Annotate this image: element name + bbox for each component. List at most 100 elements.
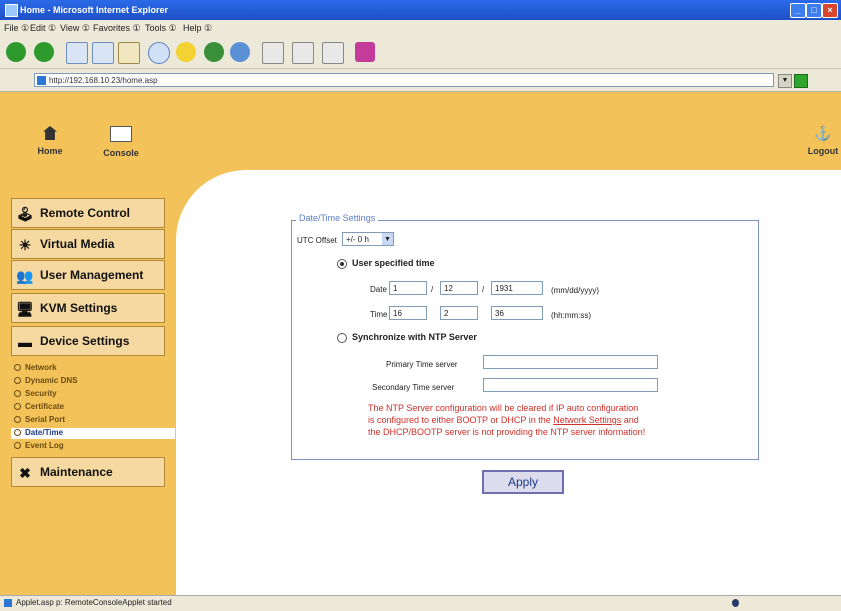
user-management-icon: 👥 xyxy=(16,268,34,284)
primary-server-label: Primary Time server xyxy=(386,360,458,369)
bullet-icon xyxy=(14,364,21,372)
user-time-label: User specified time xyxy=(352,258,435,268)
address-input[interactable]: http://192.168.10.23/home.asp xyxy=(34,73,774,87)
edit-icon[interactable] xyxy=(322,42,344,64)
utc-offset-select[interactable]: +/- 0 h ▼ xyxy=(342,232,394,246)
address-bar: http://192.168.10.23/home.asp ▼ xyxy=(0,69,841,92)
logout-anchor-icon: ⚓ xyxy=(814,125,832,141)
subnav-certificate[interactable]: Certificate xyxy=(11,402,175,413)
user-time-radio[interactable] xyxy=(337,259,347,269)
sidebar-item-maintenance[interactable]: ✖ Maintenance xyxy=(11,457,165,487)
home-icon xyxy=(43,126,57,140)
console-label: Console xyxy=(103,148,139,158)
chevron-down-icon: ▼ xyxy=(382,233,393,245)
media-icon[interactable] xyxy=(204,42,224,62)
home-label: Home xyxy=(37,146,63,156)
status-text: Applet.asp p: RemoteConsoleApplet starte… xyxy=(16,598,172,607)
subnav-network[interactable]: Network xyxy=(11,363,175,374)
sidebar-item-device-settings[interactable]: ▬ Device Settings xyxy=(11,326,165,356)
search-icon[interactable] xyxy=(148,42,170,64)
ntp-warning-line2: is configured to either BOOTP or DHCP in… xyxy=(368,415,639,425)
home-page-icon[interactable] xyxy=(118,42,140,64)
maximize-button[interactable]: □ xyxy=(806,3,822,18)
virtual-media-icon: ☀ xyxy=(18,237,32,253)
stop-icon[interactable] xyxy=(66,42,88,64)
ntp-warning-line1: The NTP Server configuration will be cle… xyxy=(368,403,639,413)
close-button[interactable]: × xyxy=(822,3,838,18)
time-label: Time xyxy=(370,310,388,319)
apply-button[interactable]: Apply xyxy=(482,470,564,494)
date-separator: / xyxy=(431,285,434,294)
date-year-input[interactable]: 1931 xyxy=(491,281,543,295)
print-icon[interactable] xyxy=(292,42,314,64)
ntp-label: Synchronize with NTP Server xyxy=(352,332,477,342)
bullet-icon xyxy=(14,390,21,398)
bullet-icon xyxy=(14,416,21,424)
menu-edit[interactable]: Edit ① xyxy=(30,23,56,34)
messenger-icon[interactable] xyxy=(355,42,375,62)
status-page-icon xyxy=(4,599,12,607)
favorites-star-icon[interactable] xyxy=(176,42,196,62)
bullet-icon xyxy=(14,377,21,385)
console-nav-button[interactable]: Console xyxy=(96,126,146,158)
time-second-input[interactable]: 36 xyxy=(491,306,543,320)
zone-icon xyxy=(732,599,739,607)
fieldset-legend: Date/Time Settings xyxy=(296,213,379,223)
go-icon[interactable] xyxy=(794,74,808,88)
page-icon xyxy=(37,76,46,85)
bullet-icon xyxy=(14,403,21,411)
date-label: Date xyxy=(370,285,387,294)
menu-help[interactable]: Help ① xyxy=(183,23,212,34)
subnav-serial-port[interactable]: Serial Port xyxy=(11,415,175,426)
sidebar-item-remote-control[interactable]: 🕹 Remote Control xyxy=(11,198,165,228)
app-header: Home Console ⚓ Logout xyxy=(0,92,841,170)
remote-control-icon: 🕹 xyxy=(16,206,34,222)
time-hour-input[interactable]: 16 xyxy=(389,306,427,320)
menu-view[interactable]: View ① xyxy=(60,23,90,34)
ntp-warning-line3: the DHCP/BOOTP server is not providing t… xyxy=(368,427,646,437)
date-format-hint: (mm/dd/yyyy) xyxy=(551,286,599,295)
sidebar-item-virtual-media[interactable]: ☀ Virtual Media xyxy=(11,229,165,259)
date-month-input[interactable]: 1 xyxy=(389,281,427,295)
menu-favorites[interactable]: Favorites ① xyxy=(93,23,141,34)
subnav-security[interactable]: Security xyxy=(11,389,175,400)
date-day-input[interactable]: 12 xyxy=(440,281,478,295)
subnav-date-time[interactable]: Date/Time xyxy=(11,428,175,439)
menu-tools[interactable]: Tools ① xyxy=(145,23,177,34)
primary-server-input[interactable] xyxy=(483,355,658,369)
minimize-button[interactable]: _ xyxy=(790,3,806,18)
browser-toolbar xyxy=(0,36,841,69)
status-bar: Applet.asp p: RemoteConsoleApplet starte… xyxy=(0,595,841,611)
subnav-event-log[interactable]: Event Log xyxy=(11,441,175,452)
time-minute-input[interactable]: 2 xyxy=(440,306,478,320)
menu-bar: File ① Edit ① View ① Favorites ① Tools ①… xyxy=(0,20,841,36)
date-separator: / xyxy=(482,285,485,294)
window-titlebar: Home - Microsoft Internet Explorer _ □ × xyxy=(0,0,841,20)
window-title: Home - Microsoft Internet Explorer xyxy=(20,5,169,15)
address-dropdown-icon[interactable]: ▼ xyxy=(778,74,792,88)
network-settings-link[interactable]: Network Settings xyxy=(553,415,621,425)
home-nav-button[interactable]: Home xyxy=(30,126,70,156)
utc-offset-label: UTC Offset xyxy=(297,236,337,245)
back-icon[interactable] xyxy=(6,42,26,62)
bullet-icon xyxy=(14,429,21,437)
refresh-icon[interactable] xyxy=(92,42,114,64)
history-icon[interactable] xyxy=(230,42,250,62)
bullet-icon xyxy=(14,442,21,450)
sidebar-item-user-management[interactable]: 👥 User Management xyxy=(11,260,165,290)
time-format-hint: (hh:mm:ss) xyxy=(551,311,591,320)
logout-label: Logout xyxy=(807,146,839,156)
sidebar-item-kvm-settings[interactable]: 🖥 KVM Settings xyxy=(11,293,165,323)
logout-nav-button[interactable]: ⚓ Logout xyxy=(806,126,840,156)
kvm-settings-icon: 🖥 xyxy=(16,301,34,317)
mail-icon[interactable] xyxy=(262,42,284,64)
subnav-dynamic-dns[interactable]: Dynamic DNS xyxy=(11,376,175,387)
ntp-radio[interactable] xyxy=(337,333,347,343)
ie-icon xyxy=(5,4,18,17)
secondary-server-label: Secondary Time server xyxy=(372,383,455,392)
menu-file[interactable]: File ① xyxy=(4,23,29,34)
forward-icon[interactable] xyxy=(34,42,54,62)
maintenance-icon: ✖ xyxy=(19,465,31,481)
secondary-server-input[interactable] xyxy=(483,378,658,392)
console-icon xyxy=(110,126,132,142)
